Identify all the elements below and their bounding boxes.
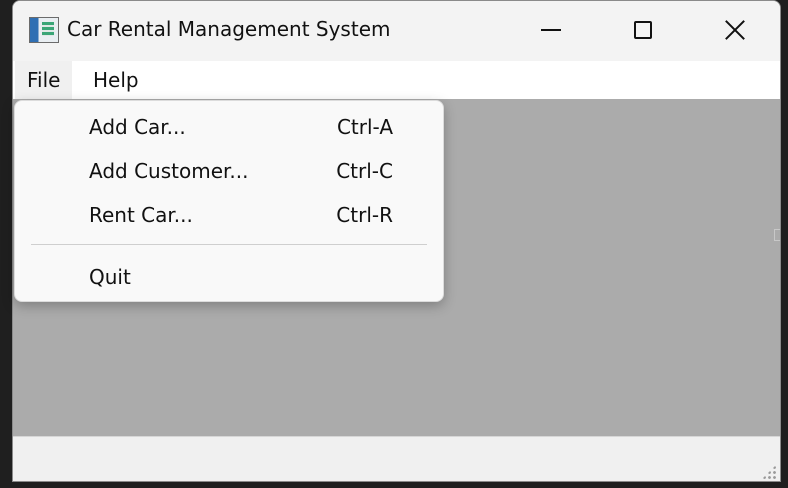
menu-item-quit[interactable]: Quit — [15, 257, 443, 297]
menu-item-shortcut: Ctrl-A — [336, 115, 393, 139]
close-icon — [724, 19, 746, 41]
menu-item-add-car[interactable]: Add Car... Ctrl-A — [15, 107, 443, 147]
menu-help[interactable]: Help — [81, 61, 151, 99]
app-window-icon — [29, 17, 59, 43]
maximize-icon — [634, 21, 652, 39]
menu-item-label: Add Car... — [89, 115, 186, 139]
resize-grip-icon[interactable] — [762, 465, 776, 479]
menu-item-shortcut: Ctrl-R — [336, 203, 393, 227]
window-title: Car Rental Management System — [67, 17, 391, 41]
menu-bar: File Help — [13, 61, 780, 99]
splitter-handle[interactable] — [774, 229, 780, 241]
menu-item-label: Add Customer... — [89, 159, 249, 183]
menu-item-shortcut: Ctrl-C — [336, 159, 393, 183]
minimize-icon — [541, 29, 561, 31]
maximize-button[interactable] — [597, 1, 689, 59]
title-bar[interactable]: Car Rental Management System — [13, 1, 780, 61]
menu-file[interactable]: File — [15, 61, 73, 99]
menu-item-rent-car[interactable]: Rent Car... Ctrl-R — [15, 195, 443, 235]
menu-item-label: Quit — [89, 265, 131, 289]
close-button[interactable] — [689, 1, 780, 59]
status-bar — [13, 436, 780, 481]
menu-separator — [31, 244, 427, 245]
menu-item-label: Rent Car... — [89, 203, 193, 227]
minimize-button[interactable] — [505, 1, 597, 59]
file-menu-dropdown: Add Car... Ctrl-A Add Customer... Ctrl-C… — [14, 100, 444, 302]
menu-item-add-customer[interactable]: Add Customer... Ctrl-C — [15, 151, 443, 191]
